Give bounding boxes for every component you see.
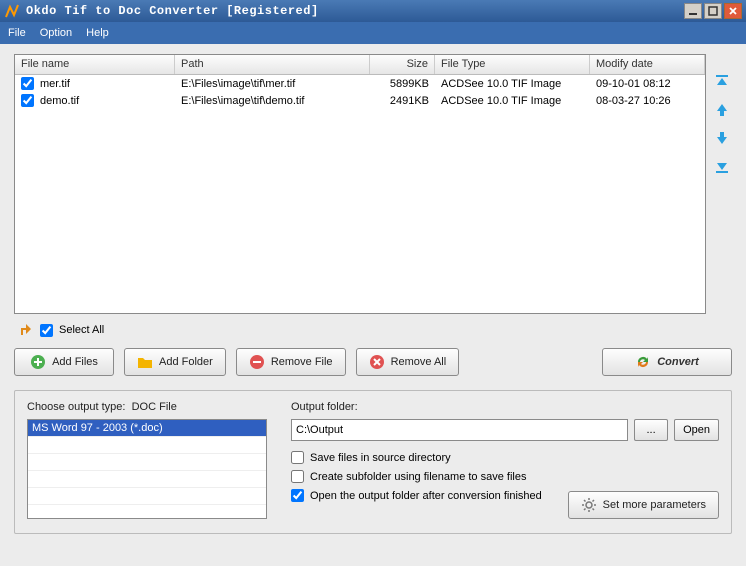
menubar: File Option Help bbox=[0, 22, 746, 44]
select-all-label: Select All bbox=[59, 324, 104, 336]
table-row[interactable]: demo.tif E:\Files\image\tif\demo.tif2491K… bbox=[15, 92, 705, 109]
browse-button[interactable]: ... bbox=[634, 419, 668, 441]
move-down-icon[interactable] bbox=[714, 130, 730, 146]
menu-option[interactable]: Option bbox=[40, 27, 72, 39]
settings-panel: Choose output type: DOC File MS Word 97 … bbox=[14, 390, 732, 534]
file-list[interactable]: File name Path Size File Type Modify dat… bbox=[14, 54, 706, 314]
row-checkbox[interactable] bbox=[21, 94, 34, 107]
maximize-button[interactable] bbox=[704, 3, 722, 19]
move-up-icon[interactable] bbox=[714, 102, 730, 118]
minus-icon bbox=[249, 354, 265, 370]
output-type-label: Choose output type: bbox=[27, 401, 125, 413]
add-folder-button[interactable]: Add Folder bbox=[124, 348, 226, 376]
file-type: ACDSee 10.0 TIF Image bbox=[435, 95, 590, 107]
file-date: 09-10-01 08:12 bbox=[590, 78, 705, 90]
plus-icon bbox=[30, 354, 46, 370]
output-type-list[interactable]: MS Word 97 - 2003 (*.doc) bbox=[27, 419, 267, 519]
reorder-toolbar bbox=[712, 54, 732, 314]
folder-icon bbox=[137, 354, 153, 370]
output-folder-input[interactable] bbox=[291, 419, 628, 441]
remove-file-label: Remove File bbox=[271, 356, 333, 368]
remove-all-icon bbox=[369, 354, 385, 370]
select-all-checkbox[interactable] bbox=[40, 324, 53, 337]
app-logo-icon bbox=[4, 3, 20, 19]
move-bottom-icon[interactable] bbox=[714, 158, 730, 174]
column-header-name[interactable]: File name bbox=[15, 55, 175, 74]
close-button[interactable] bbox=[724, 3, 742, 19]
menu-help[interactable]: Help bbox=[86, 27, 109, 39]
more-parameters-button[interactable]: Set more parameters bbox=[568, 491, 719, 519]
up-level-icon[interactable] bbox=[18, 322, 34, 338]
file-date: 08-03-27 10:26 bbox=[590, 95, 705, 107]
gear-icon bbox=[581, 497, 597, 513]
remove-all-label: Remove All bbox=[391, 356, 447, 368]
output-type-option[interactable]: MS Word 97 - 2003 (*.doc) bbox=[28, 420, 266, 437]
save-in-source-checkbox[interactable] bbox=[291, 451, 304, 464]
convert-label: Convert bbox=[657, 356, 699, 368]
save-in-source-label: Save files in source directory bbox=[310, 452, 451, 464]
file-path: E:\Files\image\tif\demo.tif bbox=[175, 95, 370, 107]
add-files-button[interactable]: Add Files bbox=[14, 348, 114, 376]
column-header-date[interactable]: Modify date bbox=[590, 55, 705, 74]
convert-button[interactable]: Convert bbox=[602, 348, 732, 376]
window-title: Okdo Tif to Doc Converter [Registered] bbox=[26, 4, 682, 18]
remove-file-button[interactable]: Remove File bbox=[236, 348, 346, 376]
column-header-type[interactable]: File Type bbox=[435, 55, 590, 74]
open-after-label: Open the output folder after conversion … bbox=[310, 490, 542, 502]
open-folder-button[interactable]: Open bbox=[674, 419, 719, 441]
file-type: ACDSee 10.0 TIF Image bbox=[435, 78, 590, 90]
create-subfolder-checkbox[interactable] bbox=[291, 470, 304, 483]
open-after-checkbox[interactable] bbox=[291, 489, 304, 502]
more-parameters-label: Set more parameters bbox=[603, 499, 706, 511]
row-checkbox[interactable] bbox=[21, 77, 34, 90]
convert-icon bbox=[635, 354, 651, 370]
file-size: 2491KB bbox=[370, 95, 435, 107]
move-top-icon[interactable] bbox=[714, 74, 730, 90]
file-path: E:\Files\image\tif\mer.tif bbox=[175, 78, 370, 90]
add-folder-label: Add Folder bbox=[159, 356, 213, 368]
add-files-label: Add Files bbox=[52, 356, 98, 368]
column-header-size[interactable]: Size bbox=[370, 55, 435, 74]
file-name: mer.tif bbox=[40, 78, 70, 90]
output-type-value: DOC File bbox=[132, 401, 177, 413]
file-list-header: File name Path Size File Type Modify dat… bbox=[15, 55, 705, 75]
output-folder-label: Output folder: bbox=[291, 401, 719, 413]
menu-file[interactable]: File bbox=[8, 27, 26, 39]
titlebar: Okdo Tif to Doc Converter [Registered] bbox=[0, 0, 746, 22]
table-row[interactable]: mer.tif E:\Files\image\tif\mer.tif5899KBA… bbox=[15, 75, 705, 92]
file-size: 5899KB bbox=[370, 78, 435, 90]
column-header-path[interactable]: Path bbox=[175, 55, 370, 74]
minimize-button[interactable] bbox=[684, 3, 702, 19]
file-name: demo.tif bbox=[40, 95, 79, 107]
create-subfolder-label: Create subfolder using filename to save … bbox=[310, 471, 526, 483]
remove-all-button[interactable]: Remove All bbox=[356, 348, 460, 376]
